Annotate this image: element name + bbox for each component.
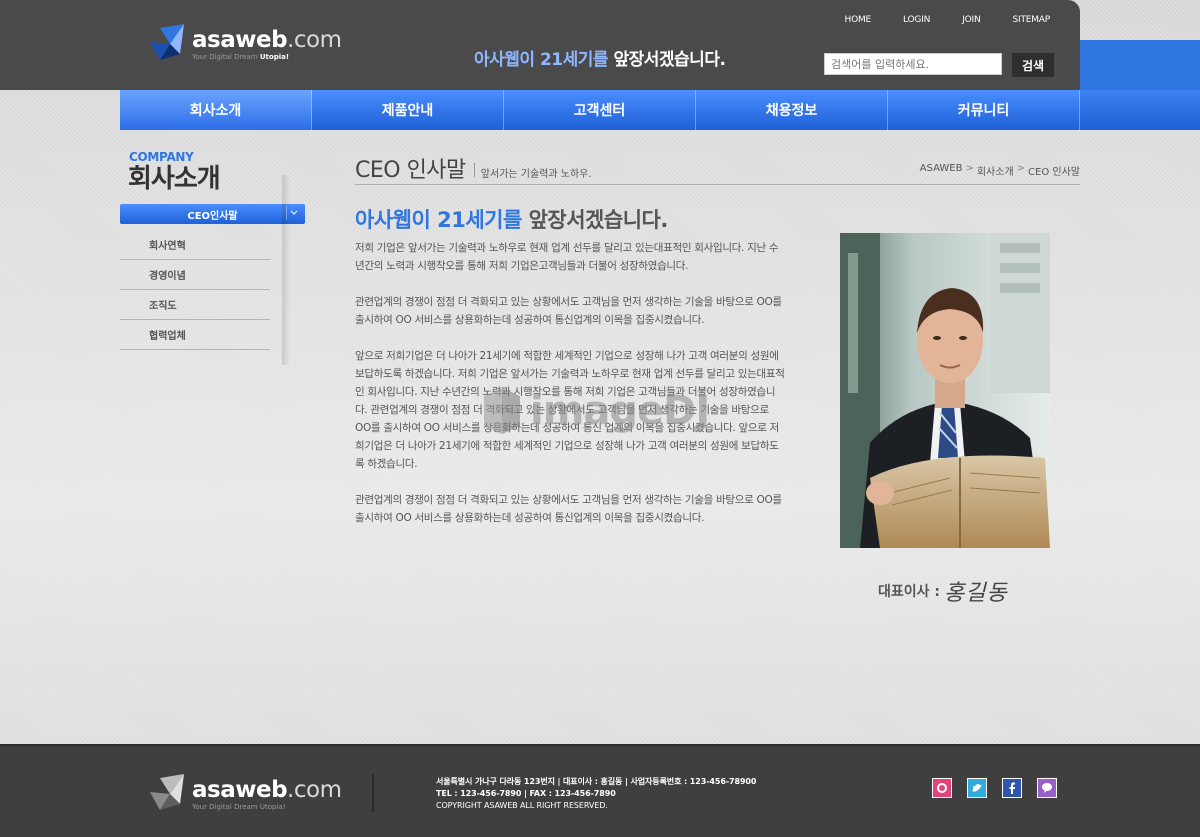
main-nav-careers[interactable]: 채용정보	[696, 90, 888, 130]
footer-contact: TEL : 123-456-7890 | FAX : 123-456-7890	[436, 789, 616, 798]
ceo-photo-image	[840, 233, 1050, 548]
side-item-ceo-greeting-label: CEO인사말	[187, 210, 238, 222]
greeting-paragraph: 저희 기업은 앞서가는 기술력과 노하우로 현재 업계 선두를 달리고 있는대표…	[355, 242, 779, 272]
top-nav-join[interactable]: JOIN	[962, 15, 981, 25]
breadcrumb: ASAWEB > 회사소개 > CEO 인사말	[920, 163, 1080, 178]
search-input[interactable]	[824, 53, 1002, 75]
main-nav-extension	[1080, 90, 1200, 130]
footer-logo-brand-suffix: .com	[287, 776, 342, 803]
page-title: CEO 인사말	[355, 158, 466, 183]
content-headline: 아사웹이 21세기를 앞장서겠습니다.	[355, 204, 668, 234]
side-title-en: COMPANY	[129, 150, 194, 164]
ceo-photo	[840, 233, 1050, 548]
side-menu: 회사연혁 경영이념 조직도 협력업체	[120, 230, 270, 350]
side-nav: COMPANY 회사소개 CEO인사말 회사연혁 경영이념 조직도 협력업체	[120, 150, 305, 350]
top-nav: HOME LOGIN JOIN SITEMAP	[813, 15, 1051, 25]
top-nav-login[interactable]: LOGIN	[903, 15, 930, 25]
title-separator	[473, 163, 475, 177]
content-headline-highlight: 아사웹이 21세기를	[355, 208, 522, 232]
footer-divider	[372, 774, 374, 812]
logo-brand: asaweb	[192, 26, 288, 53]
search-bar: 검색	[824, 53, 1054, 77]
kakao-icon[interactable]	[932, 778, 952, 798]
social-links	[932, 778, 1057, 798]
footer-address: 서울특별시 가나구 다라동 123번지 | 대표이사 : 홍길동 | 사업자등록…	[436, 777, 757, 786]
side-item-history[interactable]: 회사연혁	[120, 230, 270, 260]
logo-brand-suffix: .com	[287, 26, 342, 53]
main-nav: 회사소개 제품안내 고객센터 채용정보 커뮤니티	[120, 90, 1080, 130]
main-nav-products[interactable]: 제품안내	[312, 90, 504, 130]
greeting-paragraph: 관련업계의 경쟁이 점점 더 격화되고 있는 상황에서도 고객님을 먼저 생각하…	[355, 296, 782, 326]
title-divider	[355, 184, 1080, 185]
top-nav-sitemap[interactable]: SITEMAP	[1012, 15, 1050, 25]
side-item-ceo-greeting[interactable]: CEO인사말	[120, 204, 305, 224]
main-nav-support[interactable]: 고객센터	[504, 90, 696, 130]
facebook-icon[interactable]	[1002, 778, 1022, 798]
content-headline-rest: 앞장서겠습니다.	[521, 208, 669, 232]
logo[interactable]: asaweb.com Your Digital Dream Utopia!	[150, 24, 342, 64]
footer-info: 서울특별시 가나구 다라동 123번지 | 대표이사 : 홍길동 | 사업자등록…	[436, 776, 756, 812]
watermark-text: imageDJ	[530, 388, 710, 434]
breadcrumb-section[interactable]: 회사소개	[977, 163, 1014, 178]
header-slogan-highlight: 아사웹이 21세기를	[474, 50, 609, 70]
logo-tagline: Your Digital Dream	[192, 52, 258, 61]
footer-copyright: COPYRIGHT ASAWEB ALL RIGHT RESERVED.	[436, 801, 608, 810]
footer: asaweb.com Your Digital Dream Utopia! 서울…	[0, 744, 1200, 837]
side-divider	[282, 175, 290, 365]
main-nav-company[interactable]: 회사소개	[120, 90, 312, 130]
side-item-philosophy[interactable]: 경영이념	[120, 260, 270, 290]
side-item-partners[interactable]: 협력업체	[120, 320, 270, 350]
ceo-caption-label: 대표이사 :	[878, 584, 940, 600]
footer-logo-tagline-bold: Utopia!	[259, 802, 286, 811]
breadcrumb-separator-icon: >	[1016, 163, 1026, 174]
breadcrumb-current: CEO 인사말	[1028, 167, 1080, 178]
page-title-area: CEO 인사말 앞서가는 기술력과 노하우.	[355, 152, 592, 184]
message-icon[interactable]	[1037, 778, 1057, 798]
breadcrumb-separator-icon: >	[965, 163, 974, 174]
header-slogan: 아사웹이 21세기를 앞장서겠습니다.	[474, 45, 726, 70]
watermark: imageDJ	[480, 386, 710, 436]
greeting-paragraph: 관련업계의 경쟁이 점점 더 격화되고 있는 상황에서도 고객님을 먼저 생각하…	[355, 494, 782, 524]
footer-logo-brand: asaweb	[192, 776, 288, 803]
twitter-icon[interactable]	[967, 778, 987, 798]
main-nav-community[interactable]: 커뮤니티	[888, 90, 1080, 130]
breadcrumb-home[interactable]: ASAWEB	[920, 163, 963, 178]
logo-icon	[150, 24, 184, 60]
footer-logo-icon	[150, 774, 184, 810]
footer-logo-tagline: Your Digital Dream	[192, 802, 258, 811]
logo-tagline-bold: Utopia!	[259, 52, 290, 61]
side-title-ko: 회사소개	[128, 164, 221, 194]
ceo-signature: 홍길동	[944, 581, 1008, 606]
search-button[interactable]: 검색	[1012, 53, 1054, 77]
page-subtitle: 앞서가는 기술력과 노하우.	[480, 169, 592, 180]
watermark-icon	[484, 388, 520, 434]
side-item-organization[interactable]: 조직도	[120, 290, 270, 320]
footer-logo[interactable]: asaweb.com Your Digital Dream Utopia!	[150, 774, 342, 814]
ceo-caption: 대표이사 : 홍길동	[878, 575, 1008, 607]
top-nav-home[interactable]: HOME	[845, 15, 872, 25]
header-slogan-rest: 앞장서겠습니다.	[608, 50, 726, 70]
